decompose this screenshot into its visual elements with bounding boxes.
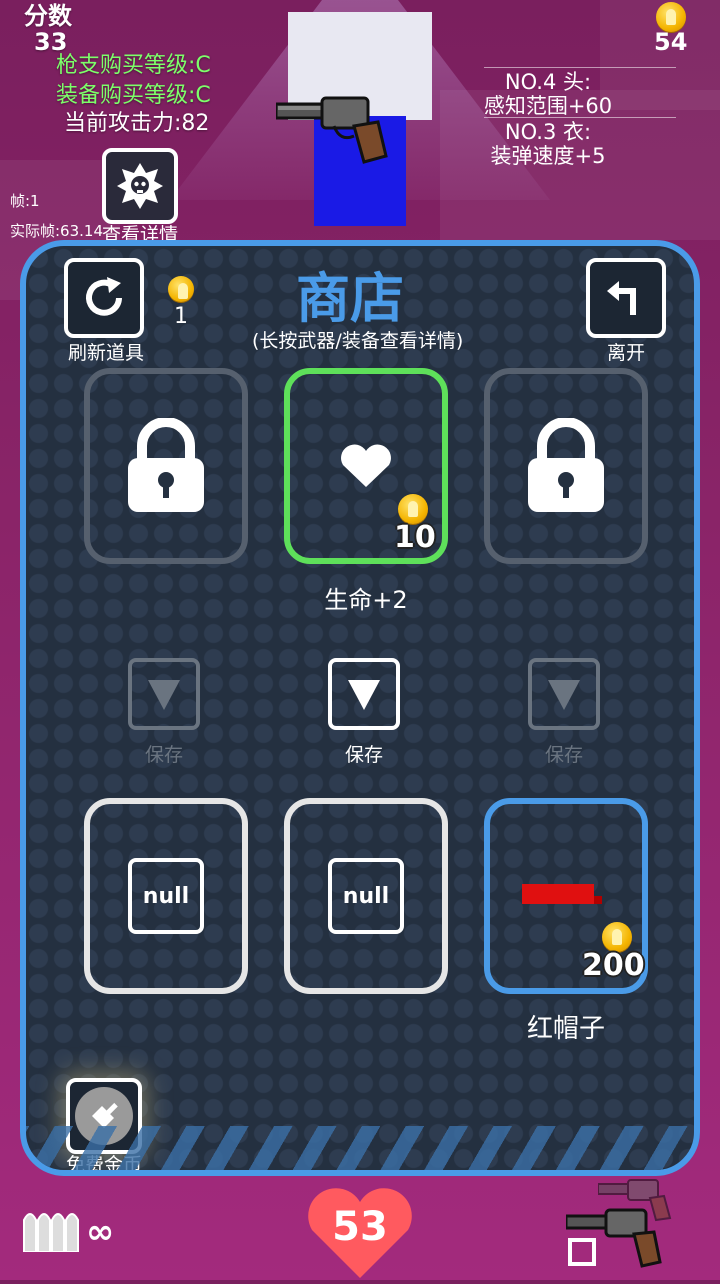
score-label: 分数 xyxy=(24,2,72,30)
shop-title: 商店 xyxy=(296,267,404,330)
shop-item-life[interactable]: 10 xyxy=(284,368,448,564)
actual-frame-counter: 实际帧:63.14 xyxy=(10,222,103,240)
refresh-label: 刷新道具 xyxy=(67,342,144,364)
coin-count: 54 xyxy=(654,28,688,56)
refresh-icon xyxy=(86,277,122,316)
weapon-switch-button[interactable] xyxy=(564,1206,662,1270)
red-hat-icon xyxy=(522,884,594,904)
item-price: 10 xyxy=(394,520,436,555)
skull-badge-icon xyxy=(117,163,163,209)
equip1-title: NO.4 头: xyxy=(504,70,592,94)
lock-icon xyxy=(128,418,204,512)
leave-label: 离开 xyxy=(606,342,645,364)
health-value: 53 xyxy=(332,1204,388,1250)
attack-power: 当前攻击力:82 xyxy=(64,111,210,136)
down-arrow-icon xyxy=(348,680,380,710)
ammo-count: ∞ xyxy=(86,1212,115,1252)
score-value: 33 xyxy=(34,28,68,56)
leave-button[interactable] xyxy=(586,258,666,338)
refresh-button[interactable] xyxy=(64,258,144,338)
save-button-right[interactable] xyxy=(528,658,600,730)
heart-icon xyxy=(341,444,391,487)
hat-price: 200 xyxy=(582,948,645,983)
shop-item-red-hat[interactable]: 200 xyxy=(484,798,648,994)
back-arrow-icon xyxy=(607,281,636,315)
save-label-left: 保存 xyxy=(144,744,183,766)
save-button-center[interactable] xyxy=(328,658,400,730)
null-placeholder: null xyxy=(328,858,404,934)
gear-purchase-level: 装备购买等级:C xyxy=(56,83,211,108)
save-button-left[interactable] xyxy=(128,658,200,730)
revolver-icon xyxy=(564,1208,662,1268)
lock-icon xyxy=(528,418,604,512)
inventory-slot-1[interactable]: null xyxy=(84,798,248,994)
hat-name: 红帽子 xyxy=(526,1014,605,1044)
down-arrow-icon xyxy=(148,680,180,710)
inventory-slot-2[interactable]: null xyxy=(284,798,448,994)
null-placeholder: null xyxy=(128,858,204,934)
health-heart: 53 xyxy=(306,1188,414,1280)
revolver-icon xyxy=(274,92,388,168)
equip1-effect: 感知范围+60 xyxy=(483,94,613,118)
hazard-stripes xyxy=(26,1126,694,1170)
item-name: 生命+2 xyxy=(324,586,408,614)
refresh-cost: 1 xyxy=(174,304,188,329)
locked-slot-right[interactable] xyxy=(484,368,648,564)
view-details-button[interactable] xyxy=(102,148,178,224)
ammo-bullets-icon xyxy=(22,1206,80,1253)
refresh-coin-icon xyxy=(168,276,194,302)
gun-purchase-level: 枪支购买等级:C xyxy=(56,53,211,78)
down-arrow-icon xyxy=(548,680,580,710)
shop-panel: 1 刷新道具 商店 (长按武器/装备查看详情) 离开 10 生命+2 保存 保存… xyxy=(20,240,700,1176)
shop-subtitle: (长按武器/装备查看详情) xyxy=(252,330,464,352)
save-label-right: 保存 xyxy=(544,744,583,766)
equip2-effect: 装弹速度+5 xyxy=(490,144,606,168)
save-label-center: 保存 xyxy=(344,744,383,766)
equip2-title: NO.3 衣: xyxy=(504,120,592,144)
frame-counter: 帧:1 xyxy=(10,192,40,210)
locked-slot-left[interactable] xyxy=(84,368,248,564)
